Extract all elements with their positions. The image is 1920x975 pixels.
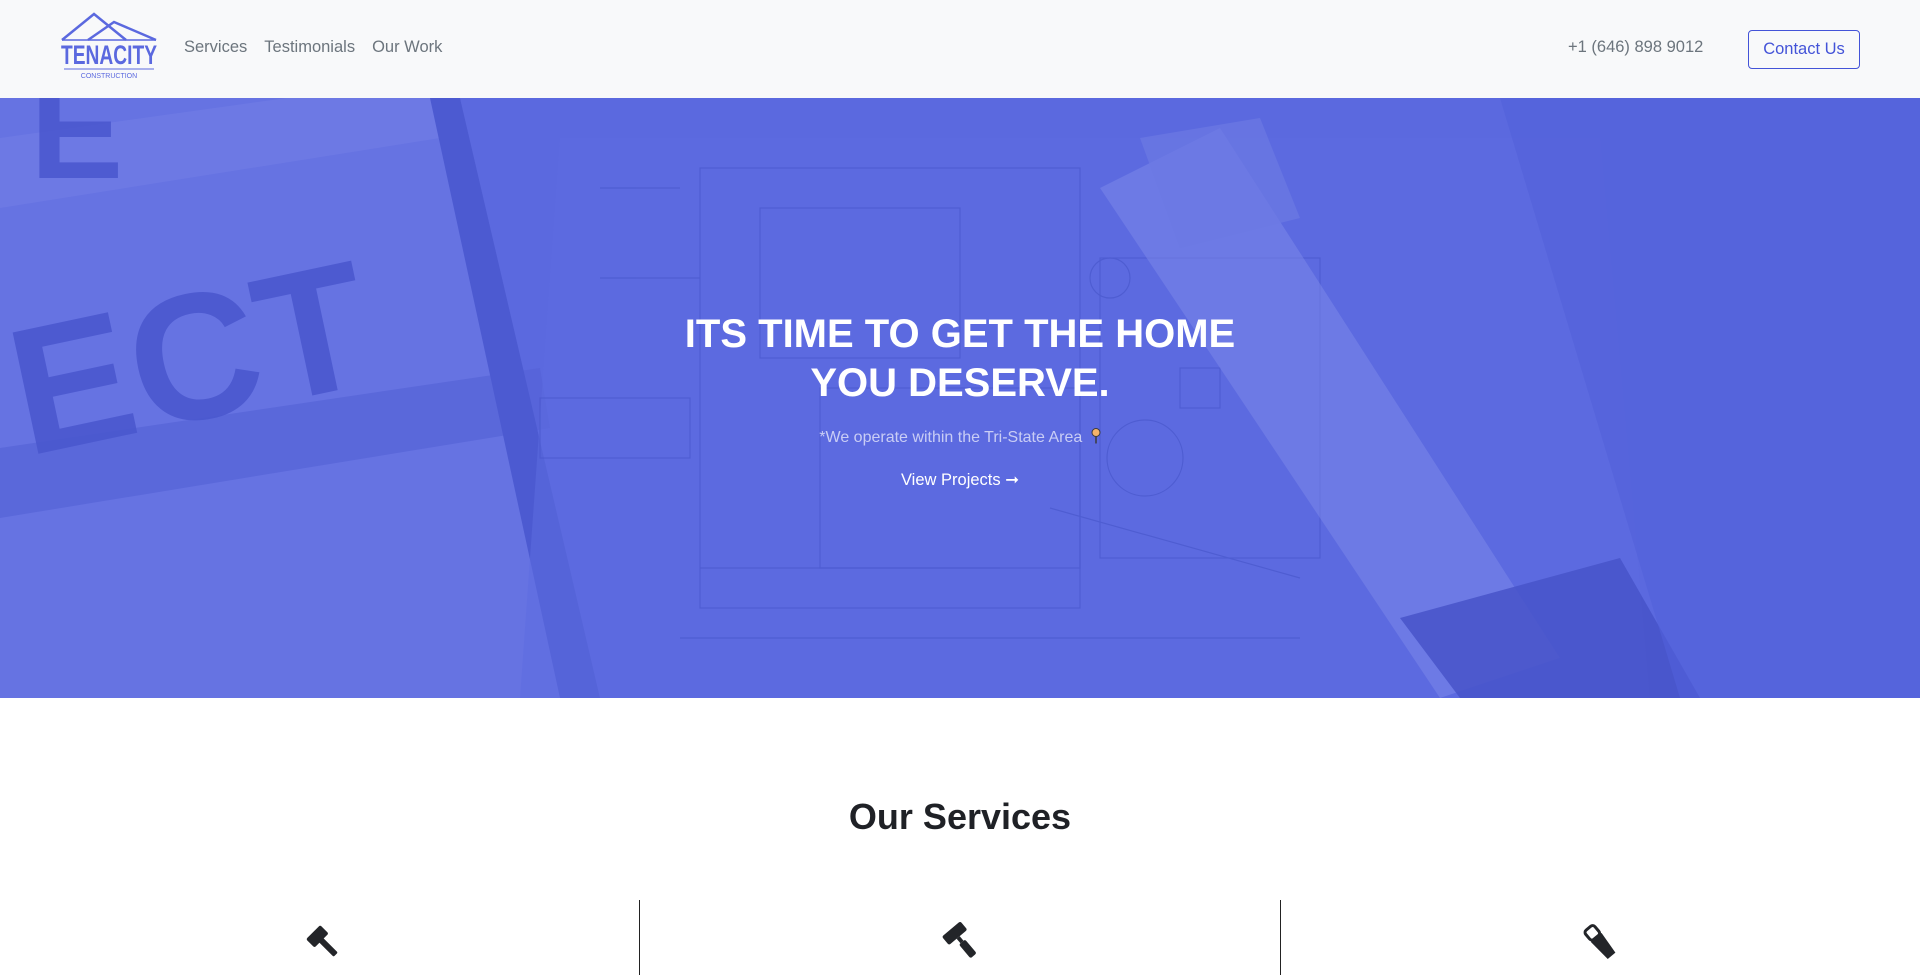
nav-link-our-work[interactable]: Our Work <box>372 38 442 57</box>
view-projects-link[interactable]: View Projects ➞ <box>860 470 1060 490</box>
nav-link-testimonials[interactable]: Testimonials <box>264 38 355 57</box>
service-divider <box>1280 900 1281 975</box>
service-area-note: *We operate within the Tri-State Area <box>560 428 1360 449</box>
phone-number[interactable]: +1 (646) 898 9012 <box>1568 38 1703 57</box>
navbar: TENACITY CONSTRUCTION Services Testimoni… <box>0 0 1920 98</box>
services-title: Our Services <box>848 796 1072 837</box>
hero-title: ITS TIME TO GET THE HOME YOU DESERVE. <box>560 310 1360 408</box>
nav-link-services[interactable]: Services <box>184 38 247 57</box>
service-area-text: *We operate within the Tri-State Area <box>819 429 1083 446</box>
hero-title-line1: ITS TIME TO GET THE HOME <box>684 312 1236 356</box>
service-divider <box>639 900 640 975</box>
hammer-icon <box>303 922 343 962</box>
hero-banner: ECT E ITS TIME TO GET THE HOME YOU DESER… <box>0 98 1920 698</box>
main-nav: Services Testimonials Our Work <box>184 38 442 57</box>
brand-logo[interactable]: TENACITY CONSTRUCTION <box>58 10 162 84</box>
brand-tagline: CONSTRUCTION <box>81 73 137 80</box>
brand-name: TENACITY <box>61 40 157 70</box>
paint-roller-icon <box>942 922 982 962</box>
hero-title-line2: YOU DESERVE. <box>810 361 1110 405</box>
contact-us-button[interactable]: Contact Us <box>1748 30 1860 69</box>
map-pin-icon <box>1091 428 1101 449</box>
saw-icon <box>1580 922 1620 962</box>
services-heading: Our Services <box>760 795 1160 839</box>
